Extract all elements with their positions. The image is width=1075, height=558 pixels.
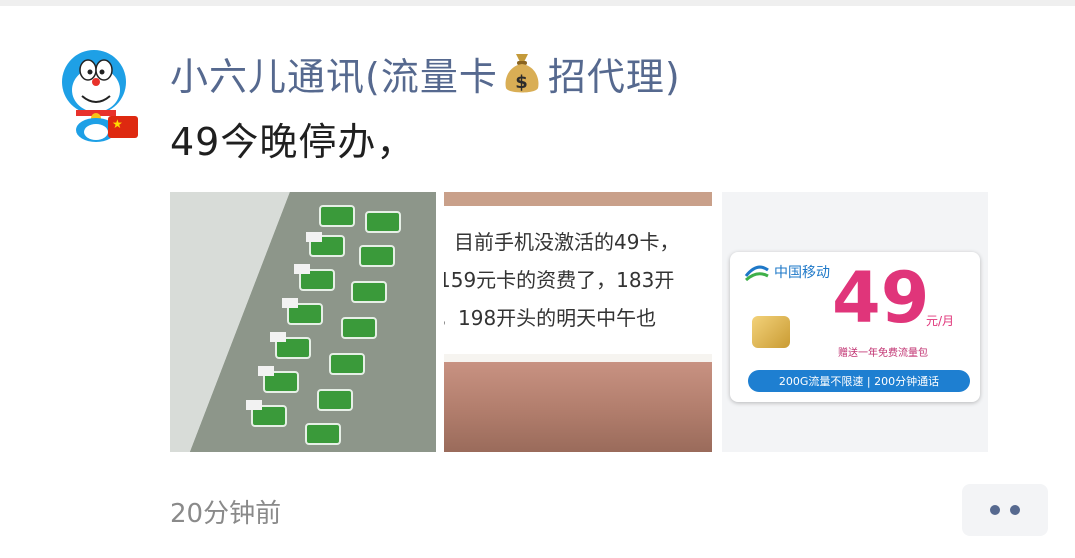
money-bag-icon: $ — [505, 54, 539, 93]
author-name[interactable]: 小六儿通讯(流量卡 $ 招代理) — [170, 46, 681, 100]
author-name-suffix: 招代理) — [547, 54, 681, 99]
screenshot-photo-area — [444, 362, 712, 452]
more-dot-icon — [1010, 505, 1020, 515]
screenshot-text-panel: 目前手机没激活的49卡， 159元卡的资费了，183开 ，198开头的明天中午也 — [444, 206, 712, 354]
sim-card-ad: 中国移动 49 元/月 赠送一年免费流量包 200G流量不限速 | 200分钟通… — [730, 252, 980, 402]
sim-price-unit: 元/月 — [926, 314, 955, 328]
china-mobile-logo-icon — [744, 265, 769, 282]
screenshot-line-3: ，198开头的明天中午也 — [444, 306, 657, 330]
carrier-name: 中国移动 — [774, 265, 830, 281]
sim-cards-photo — [170, 192, 436, 452]
post-time: 20分钟前 — [170, 498, 282, 529]
image-top-strip — [444, 192, 712, 206]
screenshot-line-2: 159元卡的资费了，183开 — [444, 268, 675, 292]
sim-subtitle: 赠送一年免费流量包 — [838, 348, 928, 359]
image-thumbnail-3[interactable]: 中国移动 49 元/月 赠送一年免费流量包 200G流量不限速 | 200分钟通… — [722, 192, 988, 452]
image-grid: 目前手机没激活的49卡， 159元卡的资费了，183开 ，198开头的明天中午也… — [170, 192, 988, 452]
post-text: 49今晚停办， — [170, 119, 416, 164]
top-divider — [0, 0, 1075, 6]
screenshot-line-1: 目前手机没激活的49卡， — [454, 230, 680, 254]
more-actions-button[interactable] — [962, 484, 1048, 536]
sim-chip-icon — [752, 316, 790, 348]
sim-price: 49 — [832, 257, 930, 339]
more-dot-icon — [990, 505, 1000, 515]
china-flag-icon: ★ — [108, 116, 138, 138]
image-thumbnail-2[interactable]: 目前手机没激活的49卡， 159元卡的资费了，183开 ，198开头的明天中午也 — [444, 192, 712, 452]
author-name-prefix: 小六儿通讯(流量卡 — [170, 54, 498, 99]
sim-banner: 200G流量不限速 | 200分钟通话 — [748, 370, 970, 392]
image-thumbnail-1[interactable] — [170, 192, 436, 452]
svg-text:$: $ — [515, 72, 529, 93]
